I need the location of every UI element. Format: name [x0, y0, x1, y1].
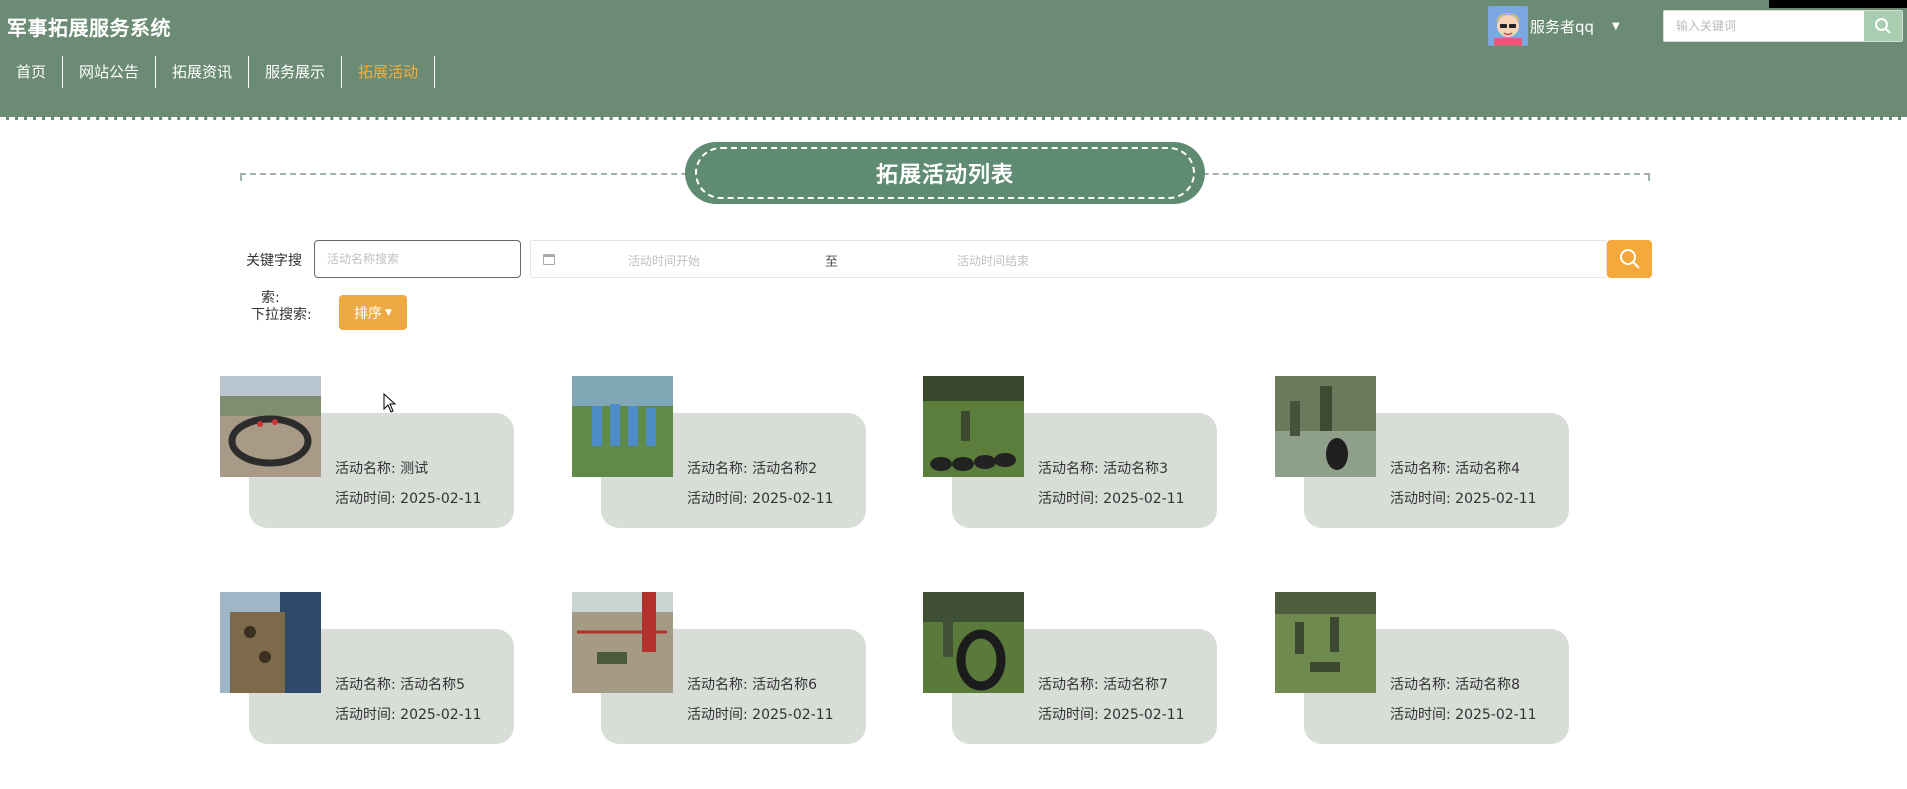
activity-name: 活动名称: 活动名称8: [1390, 677, 1521, 693]
mouse-cursor-icon: [383, 393, 397, 413]
user-name[interactable]: 服务者qq: [1530, 16, 1594, 37]
activity-time: 活动时间: 2025-02-11: [687, 491, 834, 507]
caret-down-icon: ▼: [385, 307, 392, 318]
site-header: 军事拓展服务系统 首页 网站公告 拓展资讯 服务展示 拓展活动 服务者qq ▼: [0, 0, 1907, 120]
nav-item-announcements[interactable]: 网站公告: [63, 56, 157, 88]
activity-name: 活动名称: 活动名称3: [1038, 461, 1169, 477]
section-title: 拓展活动列表: [685, 142, 1205, 204]
search-submit-button[interactable]: [1607, 240, 1652, 278]
activity-card[interactable]: 活动名称: 活动名称6 活动时间: 2025-02-11: [572, 592, 867, 747]
user-menu[interactable]: 服务者qq ▼: [1488, 6, 1620, 46]
activity-name: 活动名称: 活动名称7: [1038, 677, 1169, 693]
activity-card[interactable]: 活动名称: 活动名称2 活动时间: 2025-02-11: [572, 376, 867, 531]
date-range-picker[interactable]: 活动时间开始 至 活动时间结束: [530, 240, 1607, 278]
activity-time: 活动时间: 2025-02-11: [1038, 707, 1185, 723]
activity-card[interactable]: 活动名称: 测试 活动时间: 2025-02-11: [220, 376, 515, 531]
nav-item-services[interactable]: 服务展示: [249, 56, 343, 88]
activity-image[interactable]: [220, 376, 321, 477]
nav-item-news[interactable]: 拓展资讯: [156, 56, 250, 88]
activity-image[interactable]: [220, 592, 321, 693]
header-search: [1663, 10, 1903, 42]
main-nav: 首页 网站公告 拓展资讯 服务展示 拓展活动: [0, 56, 436, 88]
activity-name: 活动名称: 活动名称6: [687, 677, 818, 693]
date-separator: 至: [825, 255, 839, 270]
dropdown-label: 下拉搜索:: [251, 307, 312, 323]
sort-button[interactable]: 排序 ▼: [339, 295, 407, 330]
activity-time: 活动时间: 2025-02-11: [1038, 491, 1185, 507]
keyword-search-input[interactable]: [314, 240, 521, 278]
activity-image[interactable]: [923, 376, 1024, 477]
activity-card[interactable]: 活动名称: 活动名称3 活动时间: 2025-02-11: [923, 376, 1218, 531]
activity-time: 活动时间: 2025-02-11: [1390, 491, 1537, 507]
activity-card[interactable]: 活动名称: 活动名称7 活动时间: 2025-02-11: [923, 592, 1218, 747]
activity-time: 活动时间: 2025-02-11: [335, 491, 482, 507]
activity-image[interactable]: [1275, 592, 1376, 693]
search-icon: [1619, 249, 1640, 269]
activity-time: 活动时间: 2025-02-11: [335, 707, 482, 723]
date-start-input[interactable]: 活动时间开始: [628, 252, 700, 269]
activity-time: 活动时间: 2025-02-11: [1390, 707, 1537, 723]
search-icon: [1875, 18, 1891, 34]
section-title-text: 拓展活动列表: [875, 163, 1014, 188]
top-black-bar: [1769, 0, 1907, 8]
site-title[interactable]: 军事拓展服务系统: [7, 12, 171, 41]
activity-name: 活动名称: 活动名称4: [1390, 461, 1521, 477]
caret-down-icon[interactable]: ▼: [1612, 21, 1620, 32]
nav-item-home[interactable]: 首页: [0, 56, 64, 88]
activity-card[interactable]: 活动名称: 活动名称8 活动时间: 2025-02-11: [1275, 592, 1570, 747]
header-search-input[interactable]: [1664, 11, 1864, 41]
date-end-input[interactable]: 活动时间结束: [957, 252, 1029, 269]
activity-image[interactable]: [572, 376, 673, 477]
activity-name: 活动名称: 活动名称2: [687, 461, 818, 477]
nav-item-activities[interactable]: 拓展活动: [342, 56, 436, 88]
activity-card[interactable]: 活动名称: 活动名称4 活动时间: 2025-02-11: [1275, 376, 1570, 531]
sort-label: 排序: [354, 305, 383, 322]
activity-name: 活动名称: 测试: [335, 461, 429, 477]
header-search-button[interactable]: [1864, 11, 1902, 41]
calendar-icon: [543, 254, 555, 265]
activity-image[interactable]: [1275, 376, 1376, 477]
activity-time: 活动时间: 2025-02-11: [687, 707, 834, 723]
activity-image[interactable]: [572, 592, 673, 693]
activity-name: 活动名称: 活动名称5: [335, 677, 466, 693]
avatar[interactable]: [1488, 6, 1528, 46]
activity-card[interactable]: 活动名称: 活动名称5 活动时间: 2025-02-11: [220, 592, 515, 747]
activity-image[interactable]: [923, 592, 1024, 693]
keyword-label: 关键字搜: [246, 253, 302, 269]
